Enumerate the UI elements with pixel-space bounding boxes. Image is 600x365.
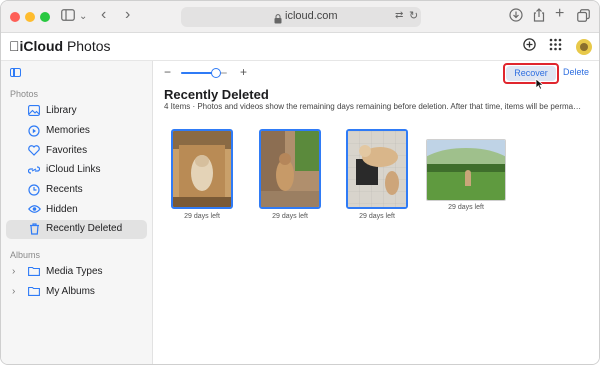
sidebar-item-label: Recently Deleted (46, 223, 123, 234)
apple-logo-icon:  (9, 38, 20, 54)
chevron-right-icon[interactable]: › (12, 286, 15, 297)
folder-icon (28, 286, 40, 298)
main-content: − + Recover Delete Recently Deleted 4 It… (154, 61, 599, 364)
chevron-right-icon[interactable]: › (12, 266, 15, 277)
sidebar-item-label: iCloud Links (46, 164, 101, 175)
sidebar-toggle-icon[interactable] (10, 68, 21, 77)
sidebar: Photos Library Memories Favorites iCloud… (1, 61, 153, 364)
download-icon[interactable] (509, 8, 523, 26)
photo-caption: 29 days left (184, 213, 220, 220)
tabs-overview-icon[interactable] (577, 9, 590, 26)
avatar[interactable] (576, 39, 592, 55)
back-icon[interactable]: ‹ (101, 7, 106, 23)
address-bar[interactable]: icloud.com ⇄ ↻ (181, 7, 421, 27)
zoom-window-button[interactable] (40, 12, 50, 22)
new-tab-icon[interactable]: + (555, 6, 564, 22)
sidebar-item-my-albums[interactable]: › My Albums (6, 283, 147, 302)
sidebar-item-label: My Albums (46, 286, 95, 297)
section-label-albums: Albums (10, 250, 41, 260)
app-title: iCloud Photos (9, 38, 111, 54)
photo-caption: 29 days left (359, 213, 395, 220)
sidebar-item-library[interactable]: Library (6, 102, 147, 121)
sidebar-item-label: Memories (46, 125, 90, 136)
sidebar-item-favorites[interactable]: Favorites (6, 142, 147, 161)
photo-caption: 29 days left (448, 204, 484, 211)
link-icon (27, 164, 41, 176)
chevron-down-icon[interactable]: ⌄ (79, 9, 87, 25)
photo-thumbnail[interactable] (259, 129, 321, 209)
clock-icon (28, 184, 40, 196)
apps-grid-icon[interactable] (549, 38, 562, 54)
add-icon[interactable] (523, 38, 536, 54)
library-icon (28, 105, 40, 117)
photo-image (173, 131, 231, 207)
trash-icon (28, 223, 40, 235)
sidebar-item-recents[interactable]: Recents (6, 181, 147, 200)
close-window-button[interactable] (10, 12, 20, 22)
sidebar-item-label: Favorites (46, 145, 88, 156)
section-label-photos: Photos (10, 89, 39, 99)
sidebar-item-label: Library (46, 105, 77, 116)
photo-caption: 29 days left (272, 213, 308, 220)
photo-thumbnail[interactable] (346, 129, 408, 209)
recover-button[interactable]: Recover (506, 66, 556, 81)
sidebar-item-recently-deleted[interactable]: Recently Deleted (6, 220, 147, 239)
photo-image (427, 140, 505, 200)
zoom-slider[interactable]: − + (164, 65, 247, 80)
sidebar-item-label: Recents (46, 184, 83, 195)
eye-icon (28, 204, 41, 216)
sidebar-item-memories[interactable]: Memories (6, 122, 147, 141)
mouse-pointer-icon (535, 78, 545, 90)
page-subtitle: 4 Items · Photos and videos show the rem… (164, 102, 582, 111)
sidebar-item-label: Hidden (46, 204, 78, 215)
minimize-window-button[interactable] (25, 12, 35, 22)
forward-icon[interactable]: › (125, 7, 130, 23)
reload-icon[interactable]: ↻ (409, 9, 418, 22)
sidebar-item-media-types[interactable]: › Media Types (6, 263, 147, 282)
zoom-knob[interactable] (210, 68, 221, 78)
photo-thumbnail[interactable] (426, 139, 506, 201)
page-title: Recently Deleted (164, 87, 269, 102)
delete-button[interactable]: Delete (563, 67, 589, 77)
address-text: icloud.com (285, 10, 338, 22)
sidebar-item-label: Media Types (46, 266, 103, 277)
browser-toolbar: ⌄ ‹ › icloud.com ⇄ ↻ + (1, 1, 599, 33)
zoom-out-icon[interactable]: − (164, 65, 171, 79)
share-icon[interactable] (533, 8, 545, 26)
lock-icon (274, 11, 282, 29)
sidebar-toggle-icon[interactable] (61, 9, 75, 25)
sidebar-item-hidden[interactable]: Hidden (6, 201, 147, 220)
app-header: iCloud Photos (1, 33, 599, 61)
translate-icon[interactable]: ⇄ (395, 10, 403, 21)
memories-icon (28, 125, 40, 137)
sidebar-item-icloud-links[interactable]: iCloud Links (6, 161, 147, 180)
photo-image (261, 131, 319, 207)
heart-icon (28, 145, 40, 157)
folder-icon (28, 266, 40, 278)
photo-thumbnail[interactable] (171, 129, 233, 209)
photo-image (348, 131, 406, 207)
zoom-in-icon[interactable]: + (240, 65, 247, 79)
browser-window: ⌄ ‹ › icloud.com ⇄ ↻ + iCloud Photos (0, 0, 600, 365)
